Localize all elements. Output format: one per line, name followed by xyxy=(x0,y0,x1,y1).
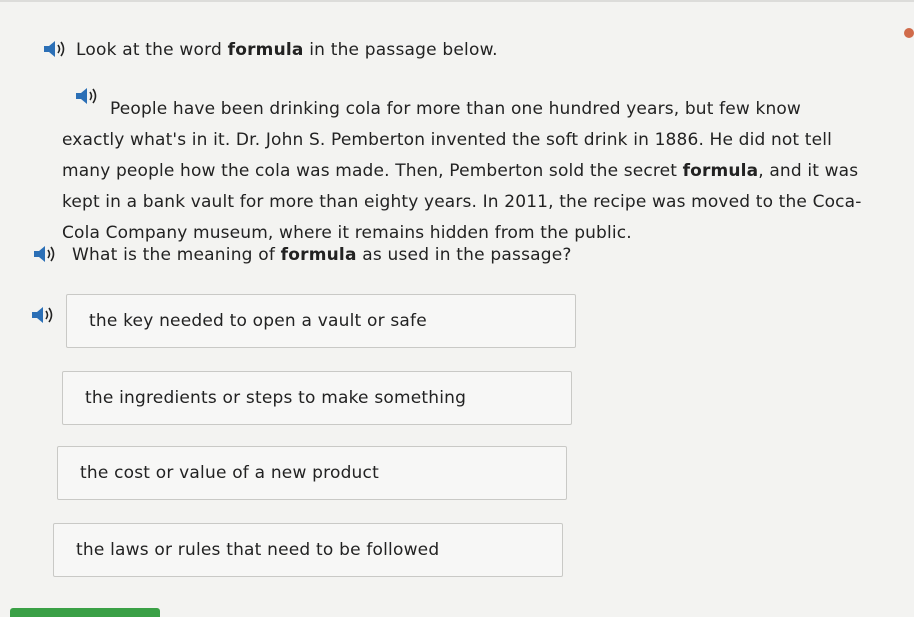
answer-choice-3[interactable]: the cost or value of a new product xyxy=(57,446,567,500)
answer-choice-label: the key needed to open a vault or safe xyxy=(89,311,427,331)
prompt-speaker-icon[interactable] xyxy=(42,40,68,58)
answer-choice-label: the laws or rules that need to be follow… xyxy=(76,540,440,560)
submit-button-edge[interactable] xyxy=(10,608,160,617)
passage-key-word: formula xyxy=(682,161,759,181)
status-dot xyxy=(904,28,914,38)
prompt-key-word: formula xyxy=(227,40,304,60)
answer-choice-label: the cost or value of a new product xyxy=(80,463,379,483)
choice-speaker-icon[interactable] xyxy=(30,306,56,324)
answer-choice-4[interactable]: the laws or rules that need to be follow… xyxy=(53,523,563,577)
question-text: What is the meaning of formula as used i… xyxy=(72,245,572,265)
question-speaker-icon[interactable] xyxy=(32,245,58,263)
answer-choice-label: the ingredients or steps to make somethi… xyxy=(85,388,467,408)
prompt-text: Look at the word formula in the passage … xyxy=(76,40,498,60)
passage: People have been drinking cola for more … xyxy=(62,99,862,243)
answer-choice-1[interactable]: the key needed to open a vault or safe xyxy=(66,294,576,348)
top-divider xyxy=(0,0,914,2)
question-key-word: formula xyxy=(280,245,357,265)
answer-choice-2[interactable]: the ingredients or steps to make somethi… xyxy=(62,371,572,425)
